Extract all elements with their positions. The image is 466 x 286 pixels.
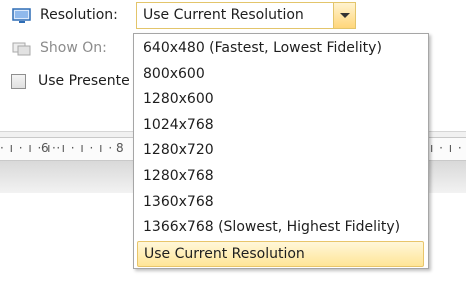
resolution-option[interactable]: 1366x768 (Slowest, Highest Fidelity): [137, 215, 424, 241]
ruler-mark-6: 6: [41, 141, 50, 155]
presenter-view-label: Use Presente: [38, 73, 130, 89]
presenter-view-checkbox[interactable]: [11, 74, 26, 89]
ruler-mark-8: 8: [116, 141, 125, 155]
show-on-label: Show On:: [40, 40, 107, 56]
ruler-ticks: · ı · ı · ı ·: [52, 141, 114, 155]
show-on-icon: [12, 42, 31, 56]
resolution-value: Use Current Resolution: [143, 7, 304, 23]
resolution-option[interactable]: 1280x768: [137, 164, 424, 190]
monitor-icon: [12, 8, 31, 23]
ruler-ticks: ı · ı ·: [430, 141, 463, 155]
resolution-options-list[interactable]: 640x480 (Fastest, Lowest Fidelity) 800x60…: [133, 33, 429, 269]
resolution-label: Resolution:: [40, 7, 118, 23]
resolution-dropdown[interactable]: Use Current Resolution: [136, 2, 356, 29]
resolution-option[interactable]: 1280x720: [137, 138, 424, 164]
chevron-down-icon[interactable]: [333, 3, 355, 28]
resolution-option[interactable]: 1024x768: [137, 113, 424, 139]
resolution-option[interactable]: 1280x600: [137, 87, 424, 113]
resolution-option[interactable]: 640x480 (Fastest, Lowest Fidelity): [137, 36, 424, 62]
resolution-option[interactable]: 800x600: [137, 62, 424, 88]
resolution-option[interactable]: 1360x768: [137, 190, 424, 216]
resolution-option[interactable]: Use Current Resolution: [137, 240, 424, 267]
